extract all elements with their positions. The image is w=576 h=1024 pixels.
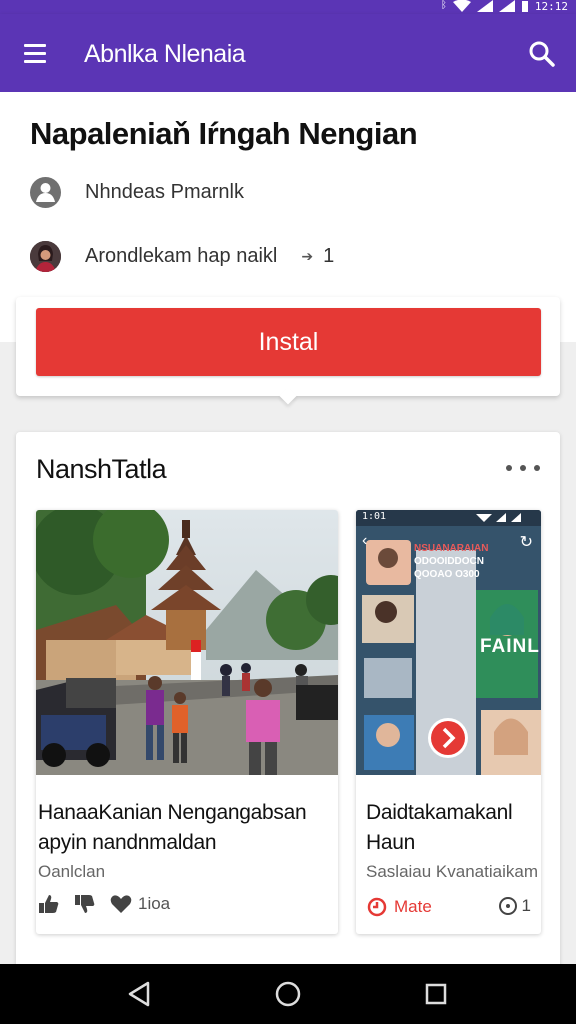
search-button[interactable] xyxy=(526,38,558,70)
app-screenshot-thumbnail: 1:01 ‹ ↻ NSUANARAIAN ODOOIDDOCN QOOAO O3… xyxy=(356,510,541,775)
item-title-line1: Daidtakamakanl xyxy=(366,801,513,824)
app-bar: Abnlka Nlenaia xyxy=(0,14,576,92)
more-options-button[interactable] xyxy=(506,458,540,478)
temple-street-thumbnail xyxy=(36,510,338,775)
developer-row[interactable]: Nhndeas Pmarnlk xyxy=(30,177,244,208)
preview-status-time: 1:01 xyxy=(362,511,387,522)
item-title-line1: HanaaKanian Nengangabsan xyxy=(38,801,307,824)
bluetooth-icon: ᛒ xyxy=(440,0,447,11)
section-title: NanshTatla xyxy=(36,454,167,484)
thumbs-up-button[interactable] xyxy=(38,894,60,914)
content-card[interactable]: HanaaKanian Nengangabsan apyin nandnmald… xyxy=(36,510,338,934)
item-subtitle: Oanlclan xyxy=(38,862,106,881)
preview-big-label: FAINLI xyxy=(480,636,541,657)
reminder-icon xyxy=(367,897,387,917)
clock-icon xyxy=(498,897,517,915)
status-icons: ᛒ 12:12 xyxy=(441,0,568,13)
app-title: Abnlka Nlenaia xyxy=(84,40,246,68)
signal-secondary-icon xyxy=(498,0,515,12)
menu-button[interactable] xyxy=(22,40,52,66)
content-card[interactable]: 1:01 ‹ ↻ NSUANARAIAN ODOOIDDOCN QOOAO O3… xyxy=(356,510,541,934)
item-title-line2: apyin nandnmaldan xyxy=(38,831,217,854)
home-button[interactable] xyxy=(272,978,304,1010)
back-arrow-icon: ‹ xyxy=(362,532,368,549)
home-circle-icon xyxy=(275,981,301,1007)
popover-pointer xyxy=(279,387,297,405)
item-subtitle: Saslaiau Kvanatiaikam xyxy=(366,862,538,881)
reviewer-text: Arondlekam hap naikl xyxy=(85,245,278,267)
remind-button[interactable]: Mate xyxy=(366,896,432,918)
signal-icon xyxy=(476,0,493,12)
preview-header-line3: QOOAO O300 xyxy=(414,569,480,580)
page-title: Napaleniaň Iŕngah Nengian xyxy=(30,116,418,151)
developer-name: Nhndeas Pmarnlk xyxy=(85,181,244,203)
item-title: Daidtakamakanl Haun xyxy=(366,798,513,858)
item-title: HanaaKanian Nengangabsan apyin nandnmald… xyxy=(38,798,307,858)
thumbs-up-icon xyxy=(39,895,59,913)
person-icon xyxy=(30,177,61,208)
stat-value: 1 xyxy=(521,896,531,915)
preview-header: NSUANARAIAN ODOOIDDOCN QOOAO O300 xyxy=(414,542,488,581)
back-triangle-icon xyxy=(128,981,150,1007)
reviewer-count: 1 xyxy=(323,245,335,267)
back-button[interactable] xyxy=(124,978,156,1010)
arrow-right-icon: ➔ xyxy=(301,248,314,264)
preview-header-line1: NSUANARAIAN xyxy=(414,543,489,554)
reviewer-avatar xyxy=(30,241,61,272)
item-stat: 1 xyxy=(498,896,531,916)
search-icon xyxy=(529,41,555,67)
wifi-icon xyxy=(452,0,471,12)
thumbs-down-icon xyxy=(75,895,95,913)
thumbs-down-button[interactable] xyxy=(74,894,96,914)
refresh-icon: ↻ xyxy=(519,534,533,551)
item-actions: 1ioa xyxy=(38,894,170,914)
remind-label: Mate xyxy=(394,897,432,916)
recents-square-icon xyxy=(425,983,447,1005)
recents-button[interactable] xyxy=(420,978,452,1010)
install-button[interactable]: Instal xyxy=(36,308,541,376)
like-button[interactable]: 1ioa xyxy=(110,894,170,914)
reviewer-row[interactable]: Arondlekam hap naikl ➔ 1 xyxy=(30,241,334,272)
heart-icon xyxy=(110,895,132,913)
like-count: 1ioa xyxy=(138,894,171,913)
battery-icon xyxy=(521,1,528,12)
section-card: NanshTatla HanaaKanian Nengangabsan apyi… xyxy=(16,432,560,972)
status-time: 12:12 xyxy=(534,0,568,13)
install-card: Instal xyxy=(16,297,560,405)
item-title-line2: Haun xyxy=(366,831,416,854)
status-bar: ᛒ 12:12 xyxy=(0,0,576,14)
preview-header-line2: ODOOIDDOCN xyxy=(414,556,484,567)
navigation-bar xyxy=(0,964,576,1024)
